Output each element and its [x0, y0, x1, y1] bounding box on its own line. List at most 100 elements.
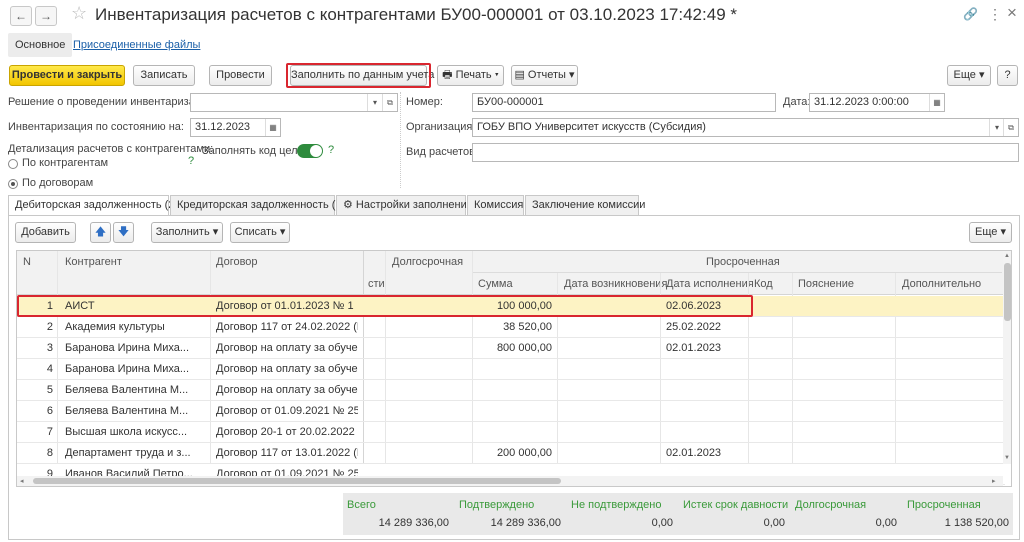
decision-label: Решение о проведении инвентаризации:: [8, 96, 217, 108]
open-icon[interactable]: ⧉: [382, 94, 397, 111]
row-contract: Договор от 01.09.2021 № 258/...: [216, 405, 358, 417]
post-and-close-button[interactable]: Провести и закрыть: [9, 65, 125, 86]
chevron-down-icon: ▾: [491, 69, 499, 81]
scroll-down-icon[interactable]: ▼: [1004, 455, 1010, 461]
total-value: 14 289 336,00: [490, 517, 561, 529]
row-date-execution: [666, 359, 746, 380]
number-field[interactable]: БУ00-000001: [472, 93, 776, 112]
add-row-button[interactable]: Добавить: [15, 222, 76, 243]
highlight-fill-button: [286, 63, 431, 88]
number-label: Номер:: [406, 96, 443, 108]
move-down-button[interactable]: 🡇: [113, 222, 134, 243]
save-button[interactable]: Записать: [133, 65, 195, 86]
radio-by-counterparty-label: По контрагентам: [22, 157, 109, 169]
table-row[interactable]: 7 Высшая школа искусс... Договор 20-1 от 2…: [17, 422, 1005, 443]
row-sum: 38 520,00: [503, 321, 552, 333]
row-number: 6: [46, 405, 53, 417]
help-button[interactable]: ?: [997, 65, 1018, 86]
scroll-right-icon[interactable]: ▸: [992, 477, 996, 485]
print-button[interactable]: 🖶 Печать ▾: [437, 65, 504, 86]
chevron-down-icon: ▾: [209, 226, 219, 238]
table-row[interactable]: 4 Баранова Ирина Миха... Договор на оплату…: [17, 359, 1005, 380]
tab-attached-files[interactable]: Присоединенные файлы: [66, 33, 207, 57]
total-label: Не подтверждено: [571, 499, 662, 511]
post-button[interactable]: Провести: [209, 65, 272, 86]
close-icon[interactable]: ×: [1007, 3, 1017, 23]
scrollbar-thumb[interactable]: [1004, 263, 1011, 321]
h-scrollbar-thumb[interactable]: [33, 478, 561, 484]
calendar-icon[interactable]: ▦: [929, 94, 944, 111]
write-off-button[interactable]: Списать ▾: [230, 222, 290, 243]
table-more-label: Еще: [975, 226, 998, 238]
table-more-button[interactable]: Еще ▾: [969, 222, 1012, 243]
total-value: 0,00: [875, 517, 897, 529]
total-label: Подтверждено: [459, 499, 535, 511]
reports-button[interactable]: ▤ Отчеты ▾: [511, 65, 578, 86]
fill-menu-button[interactable]: Заполнить ▾: [151, 222, 223, 243]
row-sum: [475, 422, 552, 443]
row-sum: 200 000,00: [496, 447, 552, 459]
chevron-down-icon: ▾: [565, 69, 575, 81]
open-icon[interactable]: ⧉: [1003, 119, 1018, 136]
receivables-table[interactable]: N Контрагент Договор сти Долгосрочная Пр…: [16, 250, 1012, 487]
organization-label: Организация:: [406, 121, 476, 133]
total-value: 0,00: [763, 517, 785, 529]
tab-main[interactable]: Основное: [8, 33, 73, 57]
tab-commission-conclusion[interactable]: Заключение комиссии: [525, 195, 645, 215]
arrow-up-icon: 🡅: [94, 226, 107, 238]
row-number: 3: [46, 342, 53, 354]
table-row[interactable]: 6 Беляева Валентина М... Договор от 01.09.…: [17, 401, 1005, 422]
total-label: Истек срок давности: [683, 499, 789, 511]
detail-help-icon[interactable]: ?: [188, 155, 194, 167]
target-code-label: Заполнять код цели:: [202, 145, 307, 157]
table-row[interactable]: 8 Департамент труда и з... Договор 117 от …: [17, 443, 1005, 464]
row-date-execution: 02.01.2023: [666, 447, 722, 459]
tab-payables[interactable]: Кредиторская задолженность (10): [170, 195, 351, 215]
table-row[interactable]: 3 Баранова Ирина Миха... Договор на оплату…: [17, 338, 1005, 359]
dropdown-icon[interactable]: ▾: [367, 94, 382, 111]
table-row[interactable]: 5 Беляева Валентина М... Договор на оплату…: [17, 380, 1005, 401]
move-up-button[interactable]: 🡅: [90, 222, 111, 243]
fill-menu-label: Заполнить: [155, 226, 210, 238]
link-icon[interactable]: 🔗: [963, 7, 978, 21]
favorite-star-icon[interactable]: ☆: [71, 3, 87, 24]
calendar-icon[interactable]: ▦: [265, 119, 280, 136]
more-button[interactable]: Еще ▾: [947, 65, 991, 86]
tab-commission[interactable]: Комиссия: [467, 195, 524, 215]
col-header-sti: сти: [368, 278, 385, 290]
row-counterparty: Департамент труда и з...: [65, 447, 191, 459]
tab-receivables[interactable]: Дебиторская задолженность (25): [8, 195, 184, 216]
vertical-scrollbar[interactable]: ▲ ▼: [1003, 251, 1011, 464]
organization-field[interactable]: ГОБУ ВПО Университет искусств (Субсидия): [472, 118, 1019, 137]
radio-by-contract[interactable]: [8, 179, 18, 189]
scroll-up-icon[interactable]: ▲: [1004, 253, 1010, 259]
row-number: 2: [46, 321, 53, 333]
radio-by-counterparty[interactable]: [8, 159, 18, 169]
settlement-type-label: Вид расчетов:: [406, 146, 478, 158]
total-value: 0,00: [651, 517, 673, 529]
chevron-down-icon: ▾: [276, 226, 286, 238]
table-row[interactable]: 2 Академия культуры Договор 117 от 24.02.2…: [17, 317, 1005, 338]
tab-fill-settings[interactable]: ⚙ Настройки заполнения: [336, 195, 473, 215]
col-header-date-execution: Дата исполнения: [666, 278, 754, 290]
horizontal-scrollbar[interactable]: ◂ ▸: [17, 476, 1003, 486]
back-button[interactable]: ←: [10, 6, 32, 26]
more-menu-icon[interactable]: ⋮: [988, 6, 1002, 23]
target-code-toggle[interactable]: [297, 144, 323, 158]
forward-button[interactable]: →: [35, 6, 57, 26]
col-header-code: Код: [754, 278, 773, 290]
date-field[interactable]: 31.12.2023 0:00:00: [809, 93, 945, 112]
row-counterparty: Баранова Ирина Миха...: [65, 342, 190, 354]
scroll-left-icon[interactable]: ◂: [20, 477, 24, 485]
dropdown-icon[interactable]: ▾: [989, 119, 1004, 136]
arrow-down-icon: 🡇: [117, 226, 130, 238]
totals-panel: Всего 14 289 336,00 Подтверждено 14 289 336…: [343, 493, 1013, 535]
row-number: 5: [46, 384, 53, 396]
row-counterparty: Беляева Валентина М...: [65, 384, 189, 396]
row-counterparty: Беляева Валентина М...: [65, 405, 189, 417]
row-sum: [475, 380, 552, 401]
settlement-type-field[interactable]: [472, 143, 1019, 162]
report-icon: ▤: [514, 69, 528, 81]
target-help-icon[interactable]: ?: [328, 144, 334, 156]
printer-icon: 🖶: [442, 69, 456, 81]
